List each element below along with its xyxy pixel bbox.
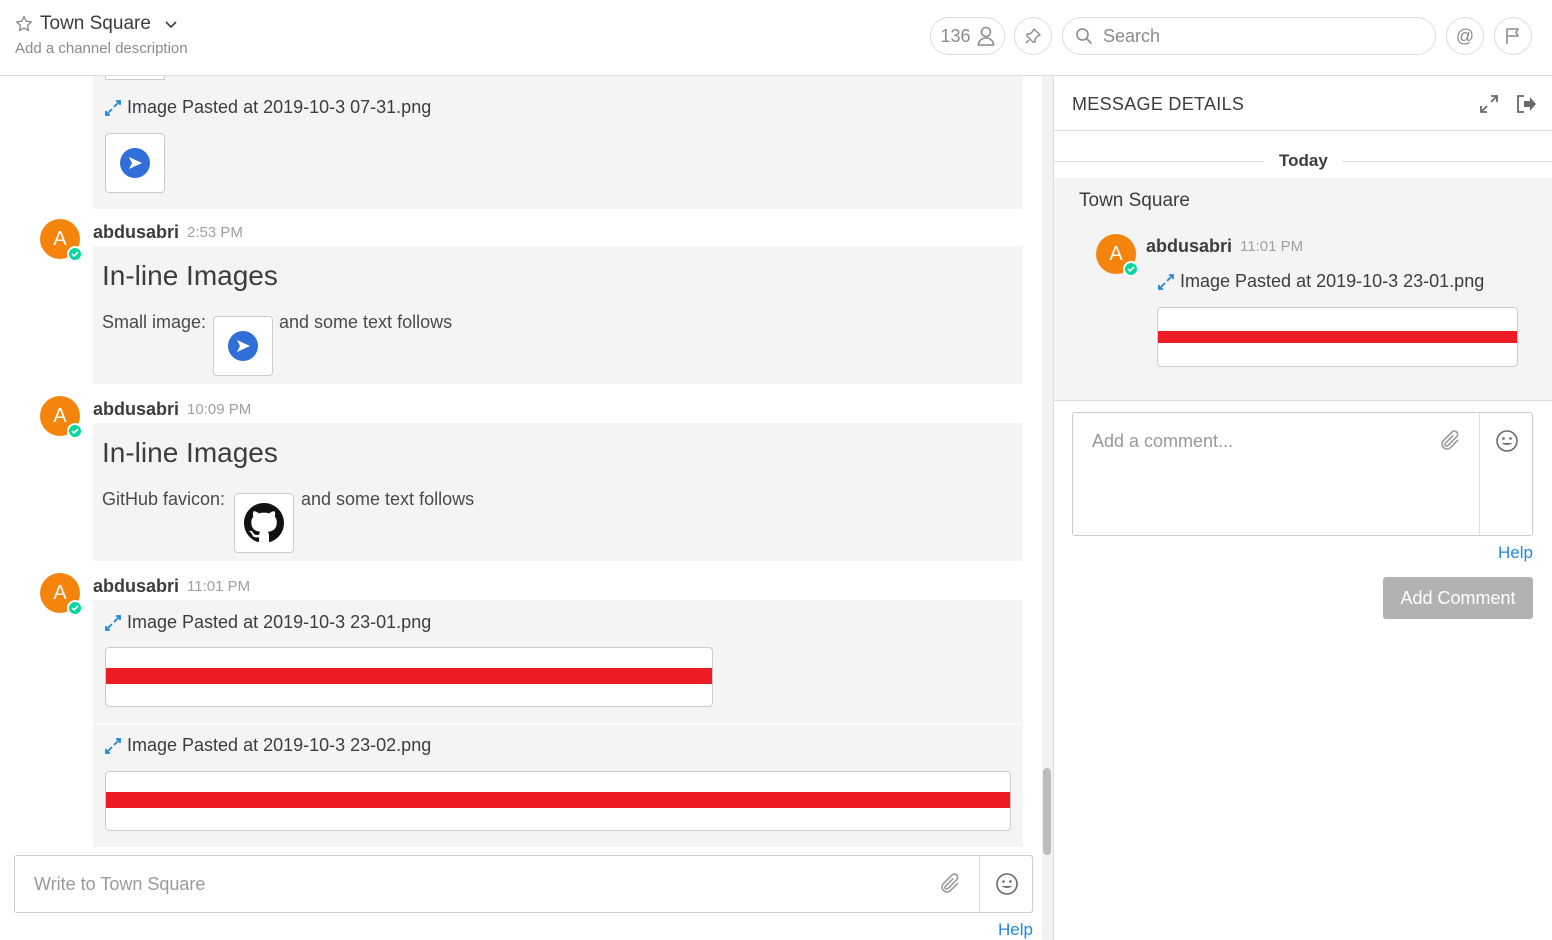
- comment-separator: [1479, 413, 1480, 535]
- post-timestamp[interactable]: 10:09 PM: [187, 401, 251, 418]
- member-list-button[interactable]: 136: [930, 17, 1005, 55]
- search-input[interactable]: Search: [1103, 26, 1160, 47]
- post-username[interactable]: abdusabri: [93, 222, 179, 243]
- emoji-icon[interactable]: [995, 872, 1019, 896]
- paperclip-icon[interactable]: [1440, 429, 1462, 453]
- post-timestamp[interactable]: 11:01 PM: [1240, 238, 1303, 255]
- comment-box[interactable]: Add a comment...: [1072, 412, 1533, 536]
- channel-description[interactable]: Add a channel description: [15, 40, 188, 57]
- post-timestamp[interactable]: 2:53 PM: [187, 224, 243, 241]
- online-status-icon: [67, 600, 83, 616]
- file-attachment-name[interactable]: Image Pasted at 2019-10-3 23-02.png: [105, 735, 431, 756]
- help-link[interactable]: Help: [1498, 543, 1533, 563]
- post-text: GitHub favicon:: [102, 489, 226, 509]
- emoji-icon[interactable]: [1495, 429, 1519, 453]
- flagged-posts-button[interactable]: [1494, 17, 1532, 55]
- rhs-title: MESSAGE DETAILS: [1072, 94, 1245, 114]
- rhs-header: MESSAGE DETAILS: [1054, 76, 1552, 131]
- expand-arrows-icon: [105, 614, 121, 631]
- rhs-channel-name[interactable]: Town Square: [1079, 190, 1190, 212]
- search-box[interactable]: Search: [1062, 17, 1436, 55]
- expand-arrows-icon: [1158, 273, 1174, 290]
- online-status-icon: [67, 423, 83, 439]
- post-list[interactable]: Image Pasted at 2019-10-3 07-31.png A ab…: [0, 76, 1042, 940]
- message-composer[interactable]: Write to Town Square: [14, 855, 1033, 913]
- file-attachment-name[interactable]: Image Pasted at 2019-10-3 23-01.png: [1158, 271, 1484, 292]
- search-icon: [1076, 28, 1093, 45]
- post-username[interactable]: abdusabri: [1146, 236, 1232, 257]
- post-heading: In-line Images: [102, 437, 278, 468]
- github-icon: [244, 503, 284, 543]
- post-body: In-line Images Small image: and some tex…: [93, 246, 1023, 384]
- composer-separator: [979, 856, 980, 912]
- pin-icon: [1025, 28, 1041, 44]
- file-attachment-name[interactable]: Image Pasted at 2019-10-3 07-31.png: [105, 97, 431, 118]
- chevron-down-icon[interactable]: [163, 16, 179, 32]
- channel-header: Town Square Add a channel description 13…: [0, 0, 1552, 76]
- image-preview[interactable]: [105, 647, 713, 707]
- post-text: and some text follows: [301, 489, 475, 509]
- date-separator: Today: [1279, 151, 1328, 170]
- paperclip-icon[interactable]: [940, 872, 962, 896]
- recent-mentions-button[interactable]: @: [1446, 17, 1484, 55]
- online-status-icon: [1123, 261, 1139, 277]
- post-continuation: Image Pasted at 2019-10-3 23-02.png: [93, 724, 1023, 847]
- inline-image[interactable]: [213, 316, 273, 376]
- user-icon: [977, 26, 994, 46]
- date-separator-line: [1054, 161, 1264, 162]
- post-text: and some text follows: [279, 312, 453, 332]
- expand-arrows-icon: [105, 99, 121, 116]
- channel-title-row[interactable]: Town Square: [14, 13, 179, 35]
- post-timestamp[interactable]: 11:01 PM: [187, 578, 250, 595]
- message-input[interactable]: Write to Town Square: [34, 874, 205, 895]
- post-body: In-line Images GitHub favicon: and some …: [93, 423, 1023, 561]
- send-arrow-icon: [228, 331, 258, 361]
- date-separator-line: [1342, 161, 1552, 162]
- post-body: Image Pasted at 2019-10-3 23-01.png: [93, 600, 1023, 723]
- image-thumbnail[interactable]: [105, 133, 165, 193]
- help-link[interactable]: Help: [998, 920, 1033, 940]
- add-comment-button[interactable]: Add Comment: [1383, 577, 1533, 619]
- star-icon[interactable]: [14, 14, 34, 34]
- post-text: Small image:: [102, 312, 207, 332]
- image-preview[interactable]: [1157, 307, 1518, 367]
- send-arrow-icon: [120, 148, 150, 178]
- channel-name[interactable]: Town Square: [40, 13, 151, 35]
- scrollbar-thumb[interactable]: [1043, 768, 1051, 855]
- flag-icon: [1506, 28, 1519, 44]
- post-continuation: Image Pasted at 2019-10-3 07-31.png: [93, 76, 1023, 209]
- post-username[interactable]: abdusabri: [93, 576, 179, 597]
- online-status-icon: [67, 246, 83, 262]
- close-sidebar-icon[interactable]: [1515, 93, 1537, 115]
- image-thumbnail-partial[interactable]: [105, 76, 165, 80]
- pinned-posts-button[interactable]: [1014, 17, 1052, 55]
- at-icon: @: [1455, 25, 1475, 46]
- file-attachment-name[interactable]: Image Pasted at 2019-10-3 23-01.png: [105, 612, 431, 633]
- expand-icon[interactable]: [1478, 93, 1500, 115]
- comment-input[interactable]: Add a comment...: [1092, 431, 1233, 452]
- member-count: 136: [940, 25, 971, 46]
- post-heading: In-line Images: [102, 260, 278, 291]
- inline-image[interactable]: [234, 493, 294, 553]
- expand-arrows-icon: [105, 737, 121, 754]
- image-preview[interactable]: [105, 771, 1011, 831]
- post-username[interactable]: abdusabri: [93, 399, 179, 420]
